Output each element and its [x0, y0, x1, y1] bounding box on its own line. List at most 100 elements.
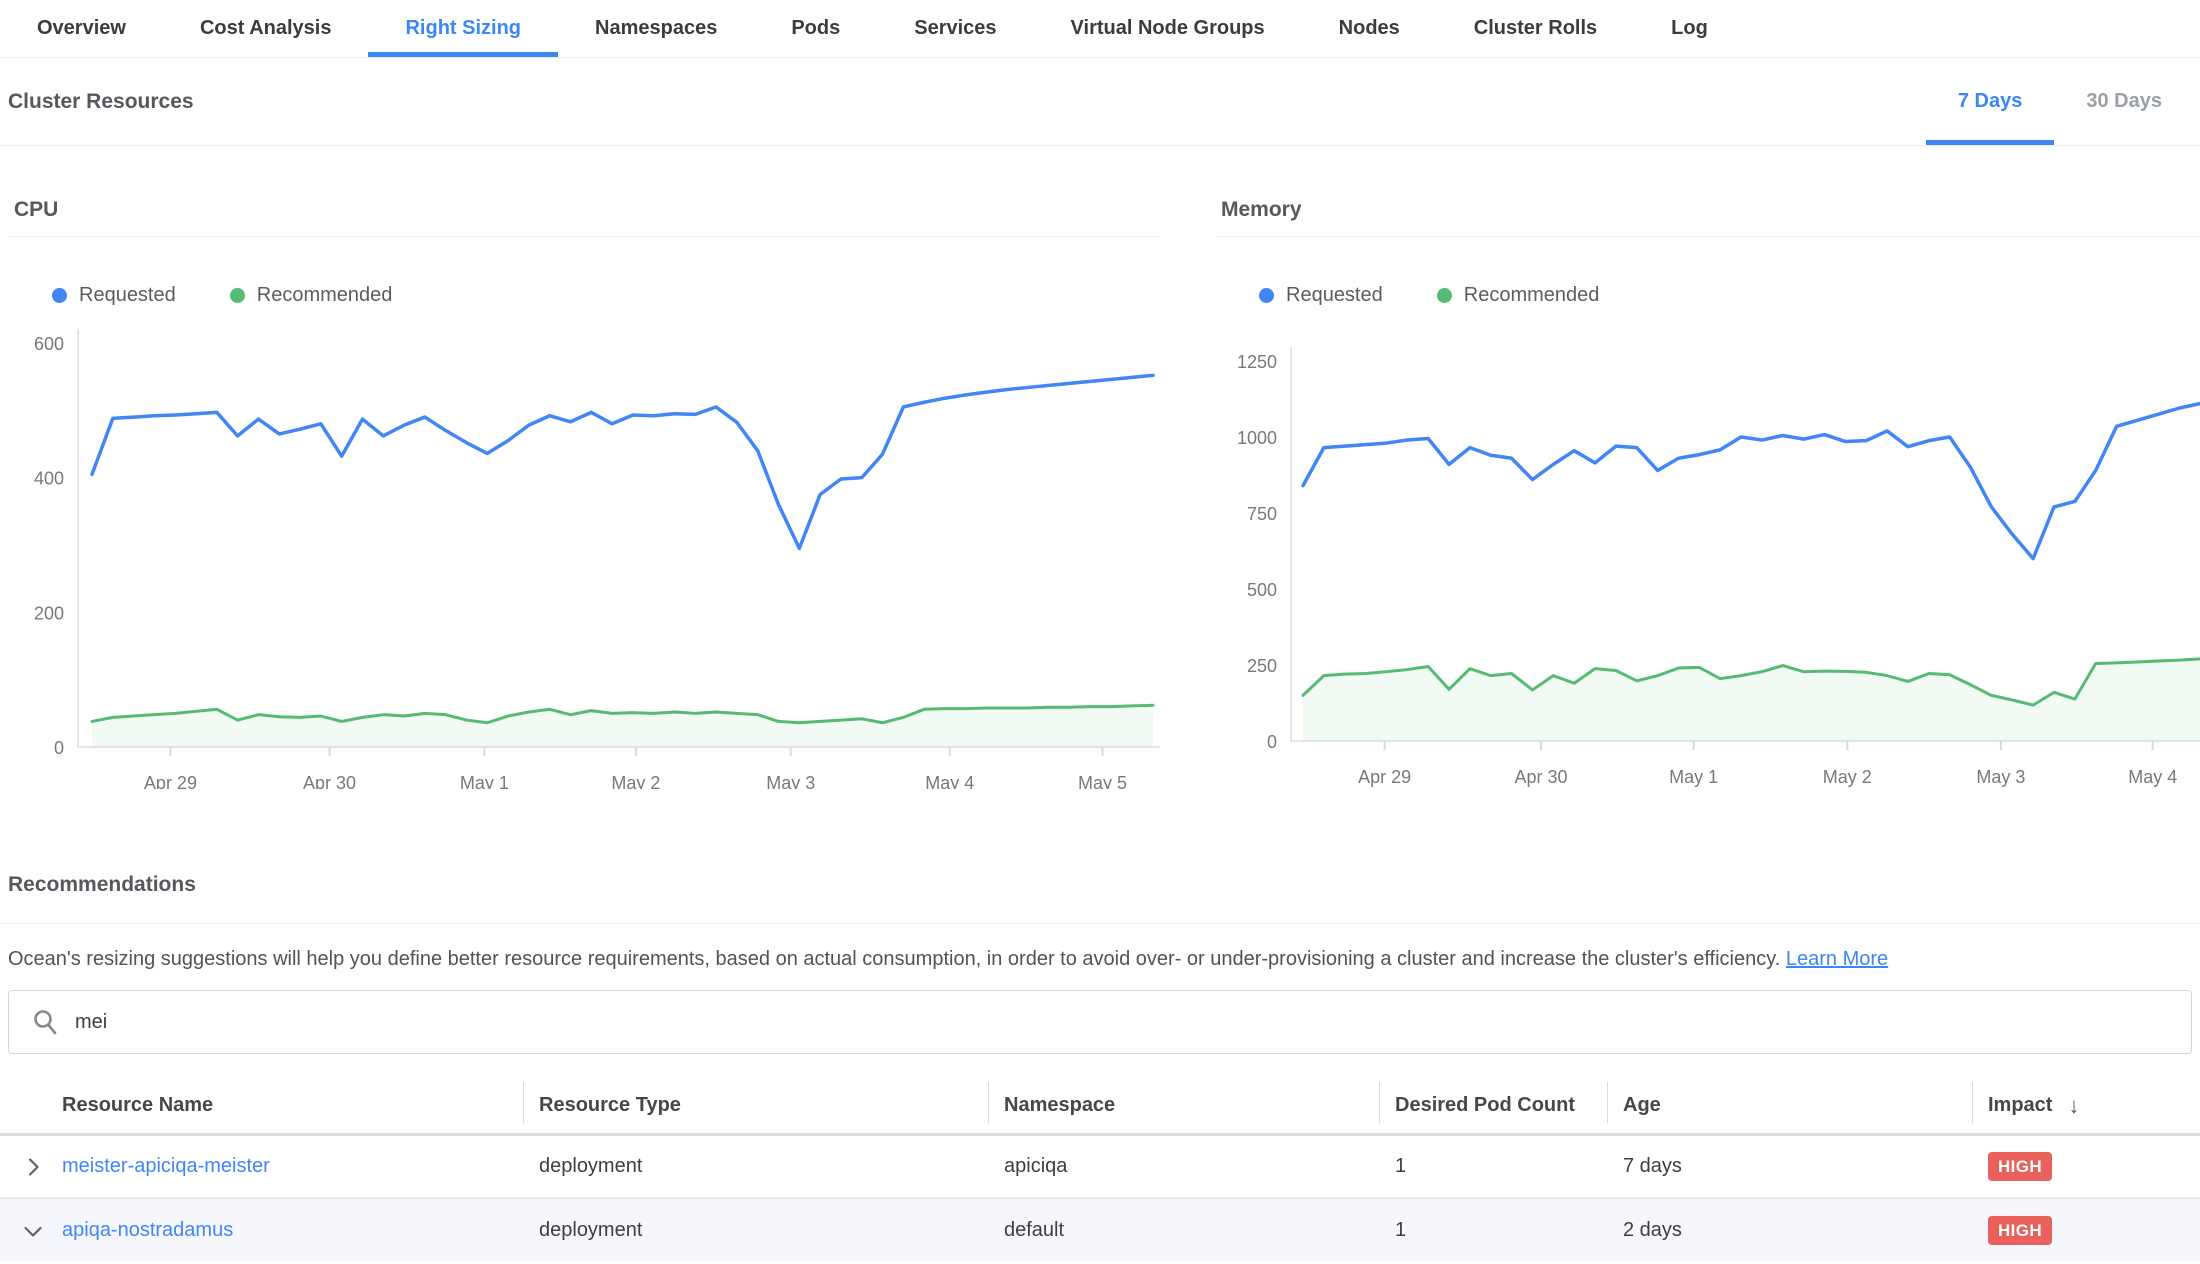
- tab-services[interactable]: Services: [877, 0, 1033, 57]
- x-tick-label: Apr 29: [144, 773, 197, 789]
- search-input[interactable]: [75, 1011, 2191, 1034]
- age-cell: 2 days: [1607, 1219, 1972, 1242]
- namespace-cell: default: [988, 1219, 1379, 1242]
- column-header-resource-type[interactable]: Resource Type: [523, 1078, 988, 1133]
- requested-line: [92, 375, 1153, 548]
- recommended-legend-dot-icon: [1437, 288, 1452, 303]
- memory-chart-legend: Requested Recommended: [1259, 281, 2200, 309]
- tab-virtual-node-groups[interactable]: Virtual Node Groups: [1034, 0, 1302, 57]
- legend-item-requested[interactable]: Requested: [52, 284, 176, 307]
- requested-legend-dot-icon: [1259, 288, 1274, 303]
- memory-line-chart: 025050075010001250Apr 29Apr 30May 1May 2…: [1215, 309, 2200, 789]
- column-header-age[interactable]: Age: [1607, 1078, 1972, 1133]
- column-header-label: Desired Pod Count: [1395, 1094, 1575, 1117]
- recommended-area: [1303, 659, 2200, 741]
- desired-pod-count-cell: 1: [1379, 1155, 1607, 1178]
- x-tick-label: May 4: [2128, 767, 2177, 787]
- x-tick-label: May 1: [1669, 767, 1718, 787]
- column-header-label: Namespace: [1004, 1094, 1115, 1117]
- y-tick-label: 600: [34, 334, 64, 354]
- x-tick-label: Apr 29: [1358, 767, 1411, 787]
- x-tick-label: May 2: [1823, 767, 1872, 787]
- cpu-chart-title: CPU: [8, 194, 1160, 237]
- period-toggle: 7 Days 30 Days: [1926, 58, 2200, 145]
- tab-nodes[interactable]: Nodes: [1302, 0, 1437, 57]
- period-30-days[interactable]: 30 Days: [2054, 58, 2194, 145]
- legend-label: Requested: [1286, 284, 1383, 307]
- resource-name-cell: meister-apiciqa-meister: [0, 1154, 523, 1180]
- requested-line: [1303, 404, 2200, 559]
- description-text: Ocean's resizing suggestions will help y…: [8, 948, 1780, 970]
- memory-chart-title: Memory: [1215, 194, 2200, 237]
- legend-item-requested[interactable]: Requested: [1259, 284, 1383, 307]
- column-header-label: Resource Name: [62, 1094, 213, 1117]
- resource-name-link[interactable]: meister-apiciqa-meister: [62, 1155, 270, 1178]
- resource-type-cell: deployment: [523, 1219, 988, 1242]
- age-cell: 7 days: [1607, 1155, 1972, 1178]
- tab-overview[interactable]: Overview: [0, 0, 163, 57]
- column-header-namespace[interactable]: Namespace: [988, 1078, 1379, 1133]
- cpu-line-chart: 0 200 400 600 Apr 29 Apr 30 May 1 May 2 May 3 May…: [8, 309, 1160, 789]
- charts-row: CPU Requested Recommended 0 200 400 600 Apr …: [0, 194, 2200, 789]
- impact-high-badge: HIGH: [1988, 1152, 2052, 1181]
- column-header-label: Impact: [1988, 1094, 2052, 1117]
- x-tick-label: May 3: [766, 773, 815, 789]
- legend-item-recommended[interactable]: Recommended: [1437, 284, 1600, 307]
- recommendations-table: Resource Name Resource Type Namespace Desir…: [0, 1078, 2200, 1262]
- recommendations-section: Recommendations Ocean's resizing suggest…: [0, 873, 2200, 974]
- legend-item-recommended[interactable]: Recommended: [230, 284, 393, 307]
- chevron-down-icon[interactable]: [20, 1218, 46, 1244]
- impact-cell: HIGH: [1972, 1152, 2200, 1181]
- table-row: meister-apiciqa-meisterdeploymentapiciqa…: [0, 1136, 2200, 1199]
- resource-name-link[interactable]: apiqa-nostradamus: [62, 1219, 233, 1242]
- tab-pods[interactable]: Pods: [754, 0, 877, 57]
- column-header-label: Age: [1623, 1094, 1661, 1117]
- cpu-chart-legend: Requested Recommended: [52, 281, 1160, 309]
- y-tick-label: 0: [54, 738, 64, 758]
- y-tick-label: 750: [1247, 504, 1277, 524]
- table-header-row: Resource Name Resource Type Namespace Desir…: [0, 1078, 2200, 1136]
- impact-high-badge: HIGH: [1988, 1216, 2052, 1245]
- section-divider: [0, 923, 2200, 924]
- desired-pod-count-cell: 1: [1379, 1219, 1607, 1242]
- y-tick-label: 250: [1247, 656, 1277, 676]
- namespace-cell: apiciqa: [988, 1155, 1379, 1178]
- table-row: apiqa-nostradamus deploymentdefault12 day…: [0, 1199, 2200, 1262]
- legend-label: Recommended: [257, 284, 393, 307]
- top-nav: OverviewCost AnalysisRight SizingNamespa…: [0, 0, 2200, 58]
- requested-legend-dot-icon: [52, 288, 67, 303]
- learn-more-link[interactable]: Learn More: [1786, 948, 1888, 970]
- table-body: meister-apiciqa-meister deployment apiciqa…: [0, 1136, 2200, 1262]
- search-box[interactable]: [8, 990, 2192, 1054]
- x-tick-label: May 1: [460, 773, 509, 789]
- tab-log[interactable]: Log: [1634, 0, 1745, 57]
- y-tick-label: 400: [34, 469, 64, 489]
- y-tick-label: 1250: [1237, 352, 1277, 372]
- y-tick-label: 500: [1247, 580, 1277, 600]
- x-tick-label: May 3: [1976, 767, 2025, 787]
- column-header-desired-pod-count[interactable]: Desired Pod Count: [1379, 1078, 1607, 1133]
- x-tick-label: May 2: [611, 773, 660, 789]
- tab-cost-analysis[interactable]: Cost Analysis: [163, 0, 369, 57]
- x-tick-label: May 5: [1078, 773, 1127, 789]
- cpu-chart-panel: CPU Requested Recommended 0 200 400 600 Apr …: [8, 194, 1160, 789]
- impact-cell: HIGH: [1972, 1216, 2200, 1245]
- tab-right-sizing[interactable]: Right Sizing: [368, 0, 558, 57]
- cluster-resources-header: Cluster Resources 7 Days 30 Days: [0, 58, 2200, 146]
- sort-desc-icon[interactable]: ↓: [2068, 1093, 2079, 1119]
- column-header-resource-name[interactable]: Resource Name: [0, 1078, 523, 1133]
- search-icon: [31, 1008, 59, 1036]
- y-tick-label: 200: [34, 603, 64, 623]
- page-title: Cluster Resources: [8, 90, 194, 114]
- x-tick-label: Apr 30: [1514, 767, 1567, 787]
- y-tick-label: 0: [1267, 732, 1277, 752]
- tab-cluster-rolls[interactable]: Cluster Rolls: [1437, 0, 1634, 57]
- column-header-impact[interactable]: Impact ↓: [1972, 1078, 2200, 1133]
- x-tick-label: Apr 30: [303, 773, 356, 789]
- period-7-days[interactable]: 7 Days: [1926, 58, 2055, 145]
- tab-namespaces[interactable]: Namespaces: [558, 0, 754, 57]
- chevron-right-icon[interactable]: [20, 1154, 46, 1180]
- memory-chart-panel: Memory Requested Recommended 0 250 500 750 1…: [1215, 194, 2200, 789]
- legend-label: Recommended: [1464, 284, 1600, 307]
- resource-name-cell: apiqa-nostradamus: [0, 1218, 523, 1244]
